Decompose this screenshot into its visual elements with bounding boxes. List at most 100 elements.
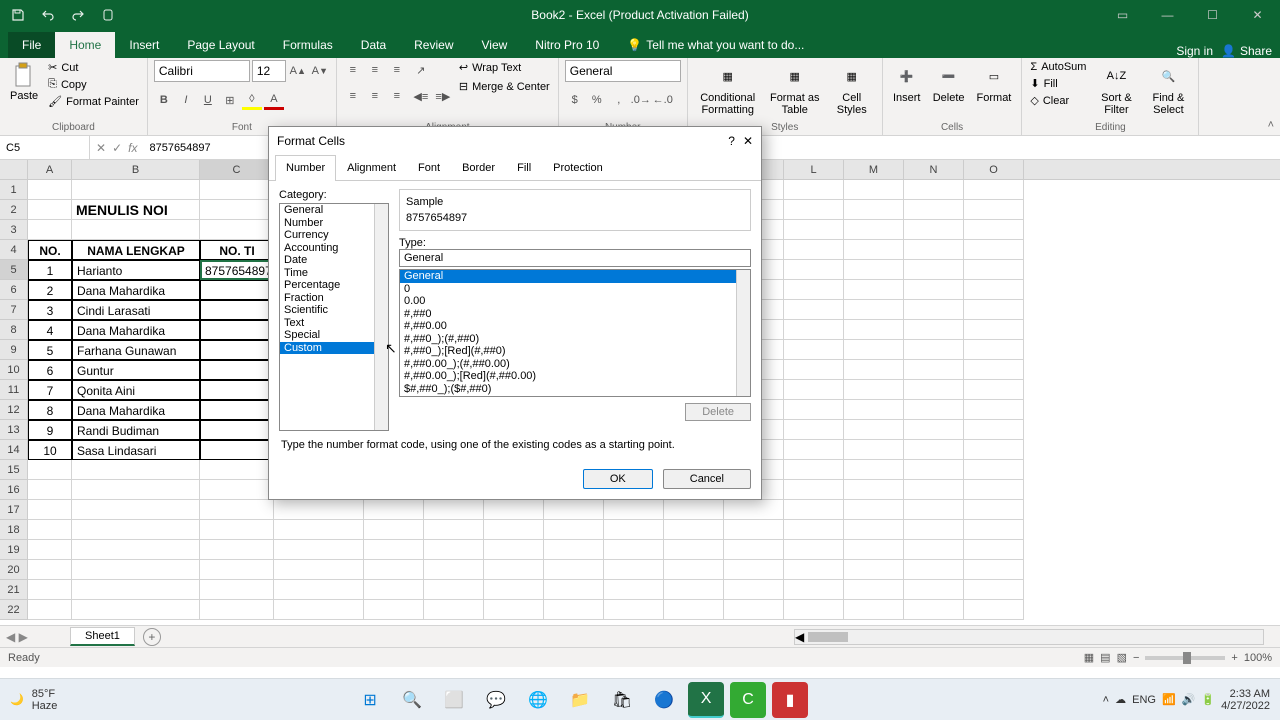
task-view-icon[interactable]: ⬜ (436, 682, 472, 718)
cell[interactable] (200, 580, 274, 600)
decrease-font-icon[interactable]: A▼ (310, 61, 330, 81)
cell[interactable] (424, 600, 484, 620)
cell[interactable] (844, 440, 904, 460)
cell[interactable] (844, 200, 904, 220)
cell[interactable] (784, 500, 844, 520)
cell[interactable] (724, 600, 784, 620)
cell[interactable] (604, 540, 664, 560)
type-item[interactable]: $#,##0_);[Red]($#,##0) (400, 395, 750, 397)
type-input[interactable] (399, 249, 751, 267)
category-item[interactable]: Percentage (280, 279, 388, 292)
cell[interactable] (724, 500, 784, 520)
row-header[interactable]: 17 (0, 500, 28, 520)
cell[interactable]: Guntur (72, 360, 200, 380)
cell[interactable] (200, 320, 274, 340)
bold-button[interactable]: B (154, 90, 174, 110)
align-middle-icon[interactable]: ≡ (365, 60, 385, 80)
cell[interactable] (964, 220, 1024, 240)
merge-center-button[interactable]: ⊟Merge & Center (457, 79, 552, 94)
cell[interactable] (784, 560, 844, 580)
type-item[interactable]: #,##0.00_);[Red](#,##0.00) (400, 370, 750, 383)
cancel-button[interactable]: Cancel (663, 469, 751, 489)
cell[interactable] (904, 520, 964, 540)
cell[interactable]: 9 (28, 420, 72, 440)
zoom-out-icon[interactable]: − (1133, 652, 1139, 664)
format-as-table-button[interactable]: ▦Format as Table (766, 60, 824, 118)
row-header[interactable]: 9 (0, 340, 28, 360)
cell[interactable] (904, 180, 964, 200)
category-list[interactable]: GeneralNumberCurrencyAccountingDateTimeP… (279, 203, 389, 431)
search-icon[interactable]: 🔍 (394, 682, 430, 718)
zoom-percent[interactable]: 100% (1244, 652, 1272, 664)
category-item[interactable]: Special (280, 329, 388, 342)
cell[interactable]: Cindi Larasati (72, 300, 200, 320)
tab-view[interactable]: View (468, 32, 522, 58)
ok-button[interactable]: OK (583, 469, 653, 489)
cell[interactable] (200, 400, 274, 420)
cell[interactable]: 10 (28, 440, 72, 460)
language-indicator[interactable]: ENG (1132, 694, 1156, 706)
cell[interactable] (664, 600, 724, 620)
cell[interactable]: NO. TI (200, 240, 274, 260)
cell[interactable] (28, 500, 72, 520)
cell[interactable]: 2 (28, 280, 72, 300)
cell[interactable] (964, 480, 1024, 500)
cell[interactable] (844, 560, 904, 580)
fx-icon[interactable]: fx (128, 141, 137, 155)
cell[interactable] (364, 500, 424, 520)
cell[interactable] (844, 220, 904, 240)
cell[interactable] (28, 540, 72, 560)
cell[interactable] (904, 200, 964, 220)
share-button[interactable]: 👤Share (1221, 44, 1272, 58)
cell[interactable] (964, 260, 1024, 280)
row-header[interactable]: 4 (0, 240, 28, 260)
cell[interactable] (274, 600, 364, 620)
sort-filter-button[interactable]: A↓ZSort & Filter (1092, 60, 1140, 118)
ribbon-display-icon[interactable]: ▭ (1100, 0, 1145, 30)
format-painter-button[interactable]: 🖌Format Painter (46, 94, 141, 109)
zoom-slider[interactable] (1145, 656, 1225, 660)
sheet-tab[interactable]: Sheet1 (70, 627, 135, 646)
tab-nitro[interactable]: Nitro Pro 10 (521, 32, 613, 58)
sheet-nav[interactable]: ◀ ▶ (6, 630, 28, 644)
cell[interactable] (904, 480, 964, 500)
cell[interactable] (964, 320, 1024, 340)
underline-button[interactable]: U (198, 90, 218, 110)
paste-button[interactable]: Paste (6, 60, 42, 104)
align-bottom-icon[interactable]: ≡ (387, 60, 407, 80)
cell[interactable] (904, 560, 964, 580)
touch-mouse-icon[interactable] (98, 5, 118, 25)
cell[interactable]: 6 (28, 360, 72, 380)
cell[interactable] (200, 340, 274, 360)
type-item[interactable]: $#,##0_);($#,##0) (400, 383, 750, 396)
cell[interactable] (28, 460, 72, 480)
row-header[interactable]: 14 (0, 440, 28, 460)
clock-time[interactable]: 2:33 AM (1221, 688, 1270, 700)
dialog-tab-number[interactable]: Number (275, 155, 336, 181)
cell[interactable] (784, 520, 844, 540)
cell[interactable] (274, 560, 364, 580)
excel-icon[interactable]: X (688, 682, 724, 718)
cell[interactable] (28, 200, 72, 220)
cell[interactable]: 1 (28, 260, 72, 280)
cell[interactable] (424, 540, 484, 560)
cell[interactable] (200, 300, 274, 320)
zoom-in-icon[interactable]: + (1231, 652, 1237, 664)
row-header[interactable]: 10 (0, 360, 28, 380)
cell[interactable] (964, 340, 1024, 360)
cell[interactable] (364, 560, 424, 580)
increase-indent-icon[interactable]: ≡▶ (433, 86, 453, 106)
cell[interactable]: NO. (28, 240, 72, 260)
category-item[interactable]: Text (280, 317, 388, 330)
font-name-select[interactable] (154, 60, 250, 82)
cell[interactable] (784, 540, 844, 560)
dialog-tab-border[interactable]: Border (451, 155, 506, 180)
cell[interactable] (28, 600, 72, 620)
tab-data[interactable]: Data (347, 32, 400, 58)
cell[interactable] (200, 480, 274, 500)
cell[interactable] (274, 540, 364, 560)
cell[interactable] (964, 180, 1024, 200)
cell[interactable] (604, 600, 664, 620)
cell[interactable] (844, 580, 904, 600)
cell[interactable] (964, 560, 1024, 580)
